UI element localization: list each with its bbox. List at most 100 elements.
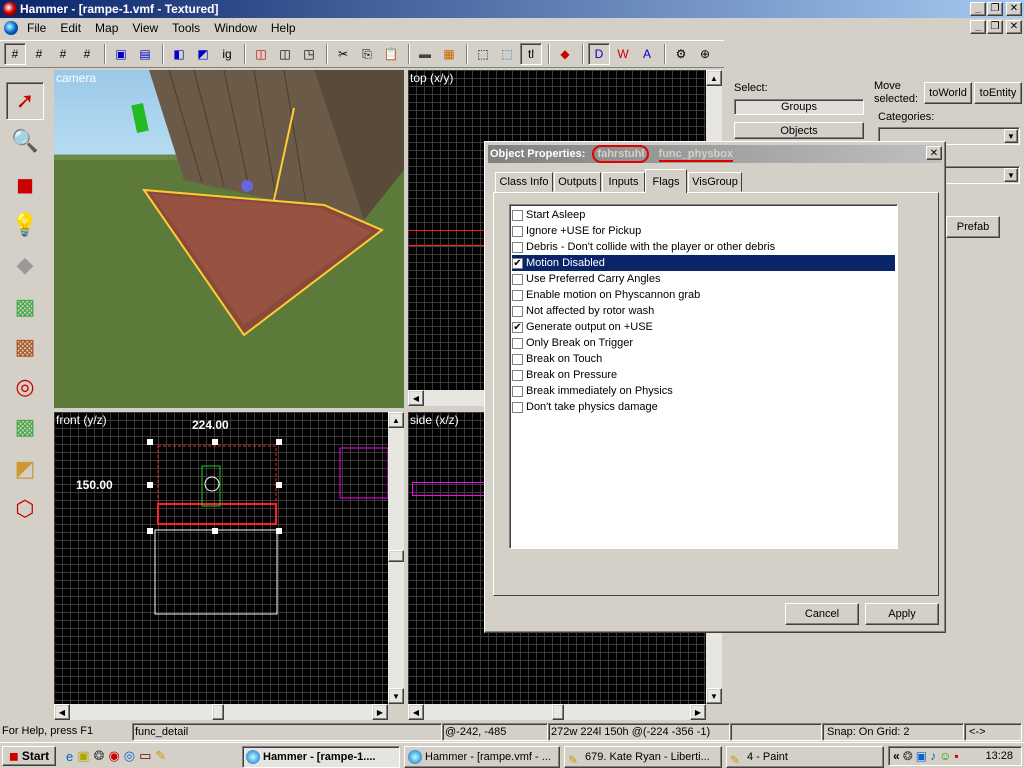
doc-close-button[interactable]: ✕ xyxy=(1006,20,1022,34)
apply-texture-icon[interactable]: ▩ xyxy=(6,328,44,366)
selection-box-icon[interactable]: ⬚ xyxy=(472,43,494,65)
flag-item[interactable]: Break immediately on Physics xyxy=(512,383,895,399)
close-button[interactable]: ✕ xyxy=(1006,2,1022,16)
entity-tool-icon[interactable]: 💡 xyxy=(6,206,44,244)
gamepad-icon[interactable]: ▭ xyxy=(139,748,151,764)
window-title-bar[interactable]: Hammer - [rampe-1.vmf - Textured] xyxy=(0,0,1024,18)
task-hammer-active[interactable]: Hammer - [rampe-1.... xyxy=(242,746,400,768)
flag-item[interactable]: Only Break on Trigger xyxy=(512,335,895,351)
smaller-grid-icon[interactable]: # xyxy=(52,43,74,65)
desktop-icon[interactable]: ▣ xyxy=(77,748,89,764)
larger-grid-icon[interactable]: # xyxy=(76,43,98,65)
menu-file[interactable]: File xyxy=(20,19,53,37)
flag-checkbox[interactable] xyxy=(512,401,523,413)
minimize-button[interactable]: _ xyxy=(970,2,986,16)
vertex-tool-icon[interactable]: ⬡ xyxy=(6,490,44,528)
menu-tools[interactable]: Tools xyxy=(165,19,207,37)
media-player-icon[interactable]: ◎ xyxy=(124,748,135,764)
flag-checkbox[interactable] xyxy=(512,369,523,381)
hide-selected-icon[interactable]: ◧ xyxy=(168,43,190,65)
scroll-up-icon[interactable]: ▲ xyxy=(706,70,722,86)
magnify-tool-icon[interactable]: 🔍 xyxy=(6,122,44,160)
messenger-tray-icon[interactable]: ☺ xyxy=(939,749,951,763)
menu-map[interactable]: Map xyxy=(88,19,125,37)
front-viewport-vscroll[interactable]: ▲ ▼ xyxy=(388,412,404,704)
paste-icon[interactable]: 📋 xyxy=(380,43,402,65)
carve-icon[interactable]: ◫ xyxy=(250,43,272,65)
scroll-thumb[interactable] xyxy=(388,550,404,562)
tab-inputs[interactable]: Inputs xyxy=(602,172,645,192)
tab-outputs[interactable]: Outputs xyxy=(554,172,601,192)
selection-handles-icon[interactable]: ⬚ xyxy=(496,43,518,65)
check-problems-icon[interactable]: ⊕ xyxy=(694,43,716,65)
groups-button[interactable]: Groups xyxy=(734,99,864,115)
scroll-right-icon[interactable]: ▶ xyxy=(690,704,706,720)
clock[interactable]: 13:28 xyxy=(985,750,1013,762)
scroll-left-icon[interactable]: ◀ xyxy=(54,704,70,720)
scroll-thumb[interactable] xyxy=(212,704,224,720)
ati-tray-icon[interactable]: ▪ xyxy=(954,749,958,763)
flag-item[interactable]: ✔ Generate output on +USE xyxy=(512,319,895,335)
menu-edit[interactable]: Edit xyxy=(53,19,88,37)
camera-viewport[interactable]: camera xyxy=(54,70,404,408)
menu-window[interactable]: Window xyxy=(207,19,264,37)
front-viewport[interactable]: front (y/z) 224.00 150.00 xyxy=(54,412,388,704)
visgroup-world-icon[interactable]: W xyxy=(612,43,634,65)
cut-icon[interactable]: ✂ xyxy=(332,43,354,65)
task-music[interactable]: ✎ 679. Kate Ryan - Liberti... xyxy=(564,746,722,768)
hammer-app-icon[interactable] xyxy=(3,2,17,16)
flag-checkbox[interactable] xyxy=(512,225,523,237)
clipping-tool-icon[interactable]: ◩ xyxy=(6,450,44,488)
scroll-right-icon[interactable]: ▶ xyxy=(372,704,388,720)
front-viewport-hscroll[interactable]: ◀ ▶ xyxy=(54,704,388,720)
visgroup-auto-icon[interactable]: A xyxy=(636,43,658,65)
flag-item[interactable]: Use Preferred Carry Angles xyxy=(512,271,895,287)
objects-dropdown[interactable]: ▼ xyxy=(944,166,1020,184)
side-viewport-hscroll[interactable]: ◀ ▶ xyxy=(408,704,706,720)
task-paint[interactable]: ✎ 4 - Paint xyxy=(726,746,884,768)
network-tray-icon[interactable]: ▣ xyxy=(916,749,927,763)
flag-item[interactable]: Not affected by rotor wash xyxy=(512,303,895,319)
flag-checkbox[interactable] xyxy=(512,273,523,285)
overlay-tool-icon[interactable]: ▩ xyxy=(6,408,44,446)
dialog-title-bar[interactable]: Object Properties: fahrstuhl func_physbo… xyxy=(488,145,942,163)
document-icon[interactable] xyxy=(4,21,18,35)
flag-item[interactable]: ✔ Motion Disabled xyxy=(512,255,895,271)
washer-icon[interactable]: ◳ xyxy=(298,43,320,65)
camera-tool-icon[interactable]: ◼ xyxy=(6,166,44,204)
flag-item[interactable]: Don't take physics damage xyxy=(512,399,895,415)
doc-minimize-button[interactable]: _ xyxy=(970,20,986,34)
cancel-button[interactable]: Cancel xyxy=(785,603,859,625)
apply-button[interactable]: Apply xyxy=(865,603,939,625)
objects-button[interactable]: Objects xyxy=(734,122,864,139)
task-hammer-2[interactable]: Hammer - [rampe.vmf - ... xyxy=(404,746,560,768)
decal-tool-icon[interactable]: ◎ xyxy=(6,368,44,406)
flag-item[interactable]: Debris - Don't collide with the player o… xyxy=(512,239,895,255)
steam-icon[interactable]: ❂ xyxy=(94,748,105,764)
flag-checkbox[interactable]: ✔ xyxy=(512,257,523,269)
texture-scale-lock-icon[interactable]: ▦ xyxy=(438,43,460,65)
flag-checkbox[interactable] xyxy=(512,337,523,349)
tab-visgroup[interactable]: VisGroup xyxy=(688,172,742,192)
run-map-icon[interactable]: ◆ xyxy=(554,43,576,65)
block-tool-icon[interactable]: ◆ xyxy=(6,246,44,284)
paint-quick-icon[interactable]: ✎ xyxy=(155,748,166,764)
3d-grid-icon[interactable]: # xyxy=(28,43,50,65)
menu-help[interactable]: Help xyxy=(264,19,303,37)
to-entity-button[interactable]: toEntity xyxy=(974,82,1022,104)
flag-item[interactable]: Break on Touch xyxy=(512,351,895,367)
entity-report-icon[interactable]: ⚙ xyxy=(670,43,692,65)
scroll-left-icon[interactable]: ◀ xyxy=(408,390,424,406)
tab-class-info[interactable]: Class Info xyxy=(495,172,553,192)
dialog-close-button[interactable]: ✕ xyxy=(926,146,942,160)
app-icon[interactable]: ◉ xyxy=(108,748,119,764)
flag-item[interactable]: Enable motion on Physcannon grab xyxy=(512,287,895,303)
selection-tool-icon[interactable]: ➚ xyxy=(6,82,44,120)
scroll-left-icon[interactable]: ◀ xyxy=(408,704,424,720)
group-icon[interactable]: ▣ xyxy=(110,43,132,65)
open-objects-icon[interactable]: D xyxy=(588,43,610,65)
flag-item[interactable]: Break on Pressure xyxy=(512,367,895,383)
chevron-down-icon[interactable]: ▼ xyxy=(1004,129,1018,143)
flag-checkbox[interactable] xyxy=(512,385,523,397)
flag-checkbox[interactable]: ✔ xyxy=(512,321,523,333)
